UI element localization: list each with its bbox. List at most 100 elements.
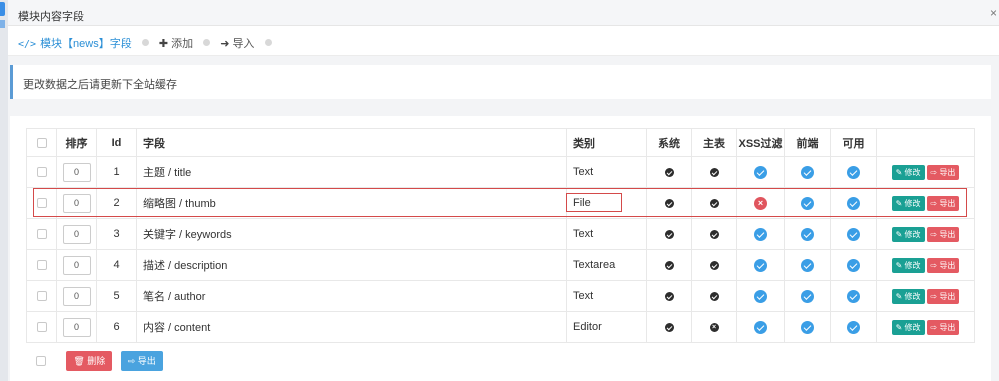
row-actions: ✎ 修改 ⇨ 导出 <box>876 249 975 281</box>
check-circle-icon <box>664 260 674 270</box>
table-footer-actions: 🗑 删除 ⇨ 导出 <box>36 351 168 371</box>
export-button[interactable]: ⇨ 导出 <box>926 288 960 304</box>
row-actions: ✎ 修改 ⇨ 导出 <box>876 156 975 188</box>
check-circle-icon[interactable] <box>847 320 860 334</box>
check-circle-icon[interactable] <box>754 258 767 272</box>
check-circle-icon[interactable] <box>754 165 767 179</box>
edit-button[interactable]: ✎ 修改 <box>891 288 925 304</box>
fields-table-panel: 排序 Id 字段 类别 系统 主表 XSS过滤 前端 可用 0 1 主题 / tit… <box>10 116 991 381</box>
edit-button[interactable]: ✎ 修改 <box>891 226 925 242</box>
sort-order-input[interactable]: 0 <box>62 286 91 306</box>
edit-icon: ✎ <box>895 260 903 270</box>
field-name: 内容 / content <box>136 311 567 343</box>
check-circle-icon[interactable] <box>754 227 767 241</box>
sort-order-input[interactable]: 0 <box>62 317 91 337</box>
frontend-cell <box>784 156 831 188</box>
row-checkbox[interactable] <box>36 291 47 302</box>
check-circle-icon <box>709 291 719 301</box>
row-checkbox[interactable] <box>36 229 47 240</box>
check-circle-icon[interactable] <box>801 289 814 303</box>
select-all-checkbox[interactable] <box>36 137 47 148</box>
enabled-cell <box>830 156 877 188</box>
edit-icon: ✎ <box>895 167 903 177</box>
export-icon: ⇨ <box>127 356 136 366</box>
breadcrumb-add-link[interactable]: 添加 <box>171 38 193 50</box>
app-sidebar-edge <box>0 0 8 381</box>
bulk-export-button[interactable]: ⇨ 导出 <box>120 351 163 371</box>
close-icon[interactable]: × <box>990 6 997 20</box>
xss-cell <box>736 218 785 250</box>
check-circle-icon <box>664 291 674 301</box>
main-table-cell <box>691 249 737 281</box>
check-circle-icon <box>664 167 674 177</box>
field-type: Text <box>566 218 647 250</box>
system-cell <box>646 311 692 343</box>
col-type-header: 类别 <box>566 128 647 157</box>
edit-icon: ✎ <box>895 229 903 239</box>
enabled-cell <box>830 249 877 281</box>
check-circle-icon[interactable] <box>801 165 814 179</box>
type-cell-highlight-box <box>566 193 622 212</box>
breadcrumb-import-link[interactable]: 导入 <box>232 38 254 50</box>
frontend-cell <box>784 280 831 312</box>
export-button[interactable]: ⇨ 导出 <box>926 257 960 273</box>
breadcrumb-separator <box>141 39 149 46</box>
sort-order-input[interactable]: 0 <box>62 224 91 244</box>
check-circle-icon[interactable] <box>847 258 860 272</box>
export-button[interactable]: ⇨ 导出 <box>926 164 960 180</box>
main-table-cell <box>691 280 737 312</box>
field-id: 6 <box>96 311 137 343</box>
export-icon: ⇨ <box>930 167 938 177</box>
edit-label: 修改 <box>904 167 921 177</box>
export-label: 导出 <box>939 260 956 270</box>
col-enabled-header: 可用 <box>830 128 877 157</box>
check-circle-icon[interactable] <box>801 258 814 272</box>
xss-cell <box>736 249 785 281</box>
check-circle-icon[interactable] <box>754 289 767 303</box>
edit-button[interactable]: ✎ 修改 <box>891 164 925 180</box>
row-checkbox[interactable] <box>36 322 47 333</box>
system-cell <box>646 218 692 250</box>
check-circle-icon[interactable] <box>801 227 814 241</box>
edit-button[interactable]: ✎ 修改 <box>891 319 925 335</box>
row-actions: ✎ 修改 ⇨ 导出 <box>876 218 975 250</box>
row-checkbox[interactable] <box>36 167 47 178</box>
edit-icon: ✎ <box>895 291 903 301</box>
bulk-delete-button[interactable]: 🗑 删除 <box>66 351 113 371</box>
export-label: 导出 <box>939 291 956 301</box>
sort-order-input[interactable]: 0 <box>62 162 91 182</box>
export-button[interactable]: ⇨ 导出 <box>926 319 960 335</box>
table-row: 0 4 描述 / description Textarea ✎ 修改 ⇨ 导出 <box>26 249 975 281</box>
code-icon: </> <box>18 39 37 50</box>
field-name: 关键字 / keywords <box>136 218 567 250</box>
main-table-cell <box>691 218 737 250</box>
row-actions: ✎ 修改 ⇨ 导出 <box>876 280 975 312</box>
footer-select-all-checkbox[interactable] <box>36 356 46 366</box>
check-circle-icon[interactable] <box>754 320 767 334</box>
breadcrumb-module-link[interactable]: 模块【news】字段 <box>40 38 132 50</box>
col-xss-header: XSS过滤 <box>736 128 785 157</box>
col-id-header: Id <box>96 128 137 157</box>
check-circle-icon[interactable] <box>847 289 860 303</box>
sort-order-input[interactable]: 0 <box>62 255 91 275</box>
cross-circle-icon: × <box>709 322 719 332</box>
col-field-header: 字段 <box>136 128 567 157</box>
check-circle-icon[interactable] <box>801 320 814 334</box>
check-circle-icon[interactable] <box>847 227 860 241</box>
enabled-cell <box>830 311 877 343</box>
row-checkbox[interactable] <box>36 260 47 271</box>
xss-cell <box>736 311 785 343</box>
fields-table: 排序 Id 字段 类别 系统 主表 XSS过滤 前端 可用 0 1 主题 / tit… <box>26 128 975 343</box>
export-button[interactable]: ⇨ 导出 <box>926 226 960 242</box>
sidebar-active-marker <box>0 2 5 16</box>
table-row: 0 5 笔名 / author Text ✎ 修改 ⇨ 导出 <box>26 280 975 312</box>
edit-button[interactable]: ✎ 修改 <box>891 257 925 273</box>
col-frontend-header: 前端 <box>784 128 831 157</box>
main-table-cell: × <box>691 311 737 343</box>
cache-notice: 更改数据之后请更新下全站缓存 <box>10 65 991 99</box>
frontend-cell <box>784 218 831 250</box>
edit-icon: ✎ <box>895 322 903 332</box>
check-circle-icon[interactable] <box>847 165 860 179</box>
check-circle-icon <box>709 229 719 239</box>
modal-title: 模块内容字段 <box>18 11 84 23</box>
